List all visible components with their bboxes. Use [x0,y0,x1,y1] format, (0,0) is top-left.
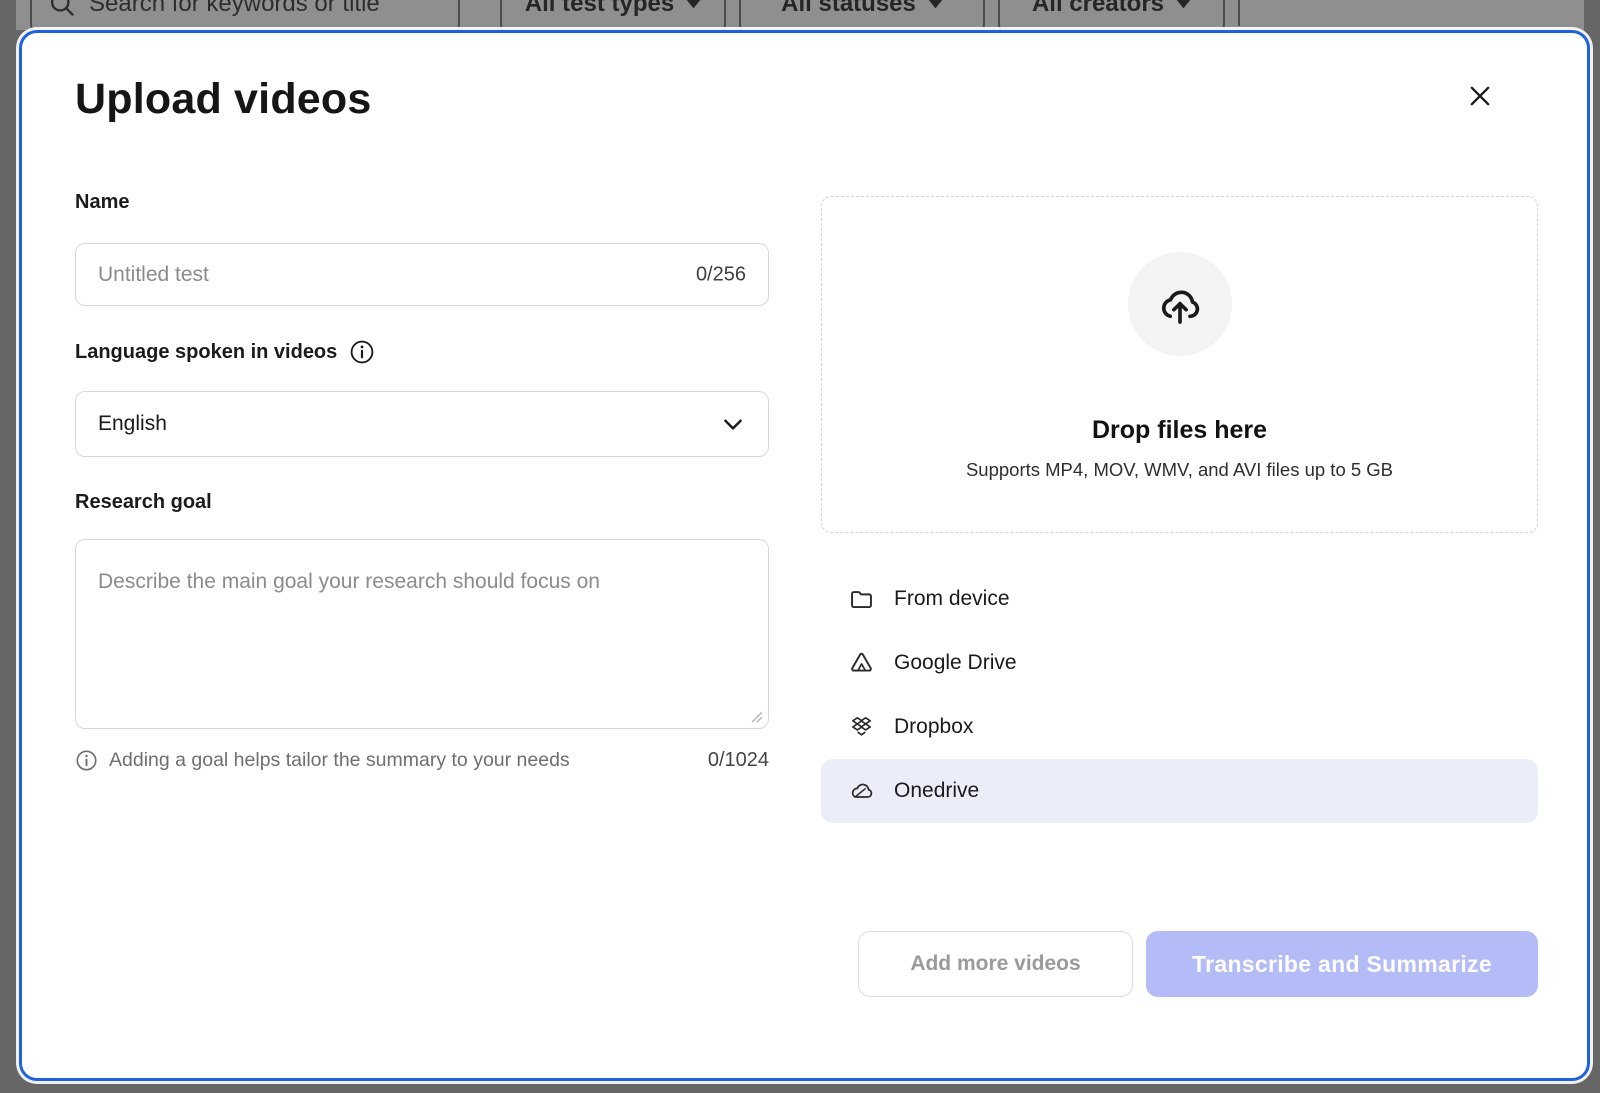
name-char-counter: 0/256 [696,263,746,286]
research-goal-label: Research goal [75,491,212,514]
add-more-videos-button[interactable]: Add more videos [858,931,1133,997]
language-label: Language spoken in videos [75,339,375,365]
upload-icon-circle [1128,252,1232,356]
background-search-placeholder: Search for keywords or title [89,0,380,18]
close-button[interactable] [1462,78,1498,114]
name-field-shell: 0/256 [75,243,769,306]
caret-down-icon [686,0,701,9]
caret-down-icon [928,0,943,9]
chevron-down-icon [720,411,746,437]
research-goal-shell [75,539,769,729]
source-dropbox[interactable]: Dropbox [821,695,1538,759]
name-input[interactable] [76,244,768,305]
search-icon [48,0,76,18]
source-from-device[interactable]: From device [821,567,1538,631]
info-icon [75,749,98,772]
source-onedrive[interactable]: Onedrive [821,759,1538,823]
caret-down-icon [1176,0,1191,9]
helper-text: Adding a goal helps tailor the summary t… [109,749,570,772]
cloud-upload-icon [1157,281,1203,327]
dropbox-icon [848,714,875,741]
file-dropzone[interactable]: Drop files here Supports MP4, MOV, WMV, … [821,196,1538,533]
source-google-drive[interactable]: Google Drive [821,631,1538,695]
dropzone-title: Drop files here [1092,416,1267,445]
research-goal-textarea[interactable] [76,540,768,728]
close-icon [1466,82,1494,110]
upload-source-list: From device Google Drive [821,567,1538,823]
folder-icon [848,586,875,613]
goal-char-counter: 0/1024 [708,749,769,772]
transcribe-and-summarize-button[interactable]: Transcribe and Summarize [1146,931,1538,997]
toolbar-divider [1238,0,1240,26]
dialog-title: Upload videos [75,75,371,124]
onedrive-icon [848,778,875,805]
language-value: English [98,412,167,436]
resize-handle[interactable] [750,710,763,723]
background-toolbar: Search for keywords or title All test ty… [16,0,1584,30]
language-select[interactable]: English [75,391,769,457]
name-label: Name [75,191,129,214]
research-goal-helper: Adding a goal helps tailor the summary t… [75,749,769,772]
dropzone-subtitle: Supports MP4, MOV, WMV, and AVI files up… [966,459,1393,481]
info-icon[interactable] [349,339,375,365]
google-drive-icon [848,650,875,677]
upload-videos-dialog: Upload videos Name 0/256 Language spoken… [19,30,1590,1081]
